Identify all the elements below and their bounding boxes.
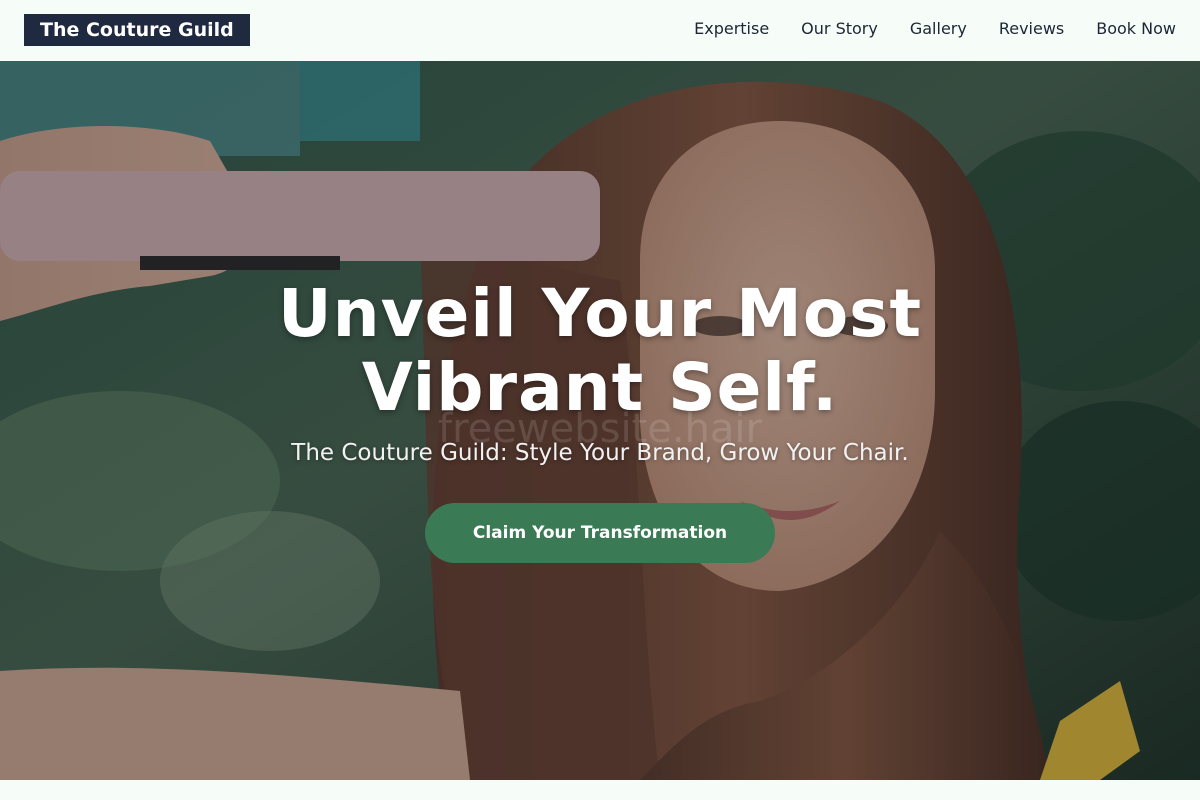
hero-title: Unveil Your Most Vibrant Self. [277, 275, 923, 426]
hero-section: Unveil Your Most Vibrant Self. freewebsi… [0, 61, 1200, 780]
claim-transformation-button[interactable]: Claim Your Transformation [425, 503, 775, 563]
hero-subtitle: The Couture Guild: Style Your Brand, Gro… [291, 440, 909, 466]
nav-link-our-story[interactable]: Our Story [801, 18, 878, 40]
nav-link-reviews[interactable]: Reviews [999, 18, 1064, 40]
hero-content: Unveil Your Most Vibrant Self. freewebsi… [0, 61, 1200, 780]
site-header: The Couture Guild Expertise Our Story Ga… [0, 0, 1200, 61]
nav-link-gallery[interactable]: Gallery [910, 18, 967, 40]
nav-link-expertise[interactable]: Expertise [694, 18, 769, 40]
nav-link-book-now[interactable]: Book Now [1096, 18, 1176, 40]
page-bottom-strip [0, 780, 1200, 800]
main-nav: Expertise Our Story Gallery Reviews Book… [694, 18, 1176, 40]
site-logo[interactable]: The Couture Guild [24, 14, 250, 46]
